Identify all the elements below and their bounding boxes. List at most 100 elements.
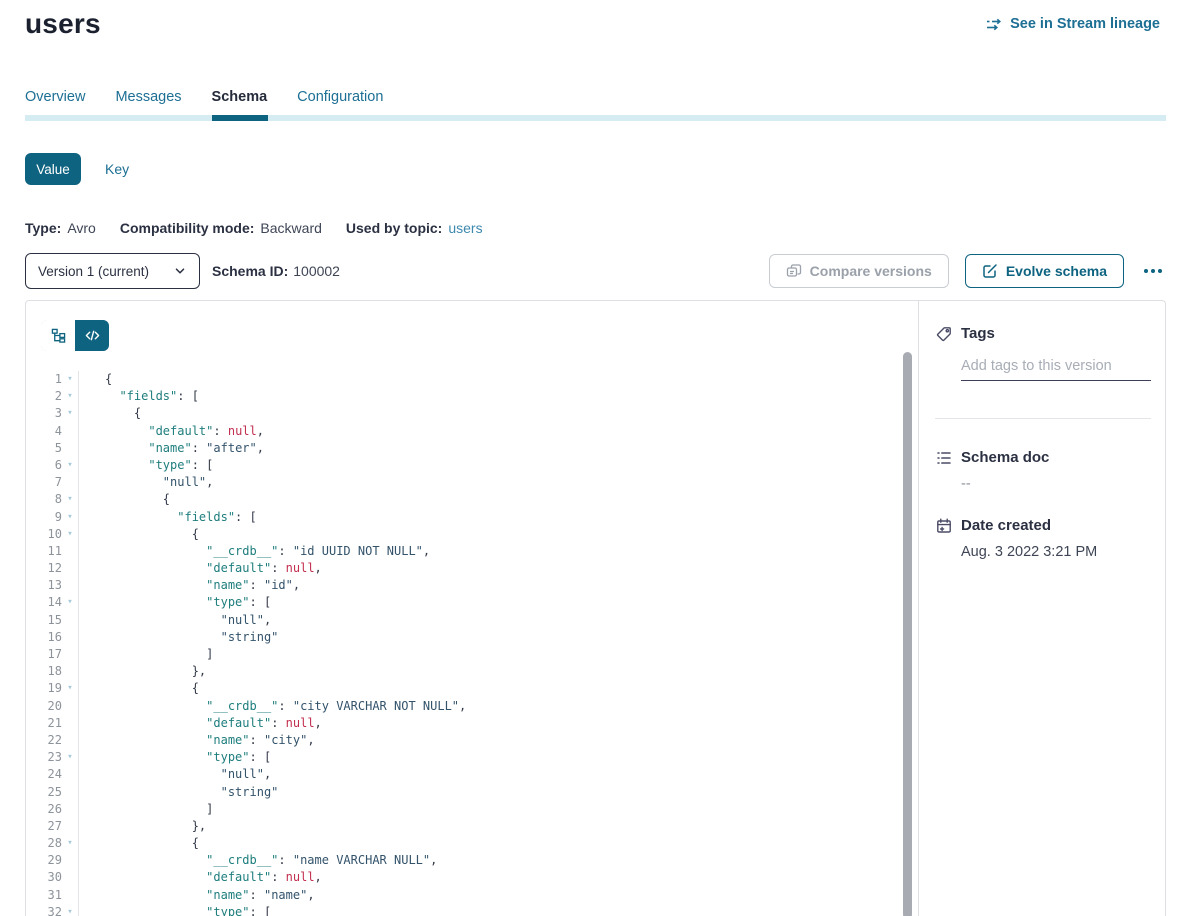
code-line[interactable]: 11 "__crdb__": "id UUID NOT NULL", — [26, 543, 918, 560]
stream-lineage-link[interactable]: See in Stream lineage — [986, 16, 1160, 32]
fold-arrow-icon[interactable]: ▾ — [62, 457, 78, 474]
fold-arrow-icon[interactable]: ▾ — [62, 904, 78, 916]
code-line[interactable]: 9▾ "fields": [ — [26, 509, 918, 526]
code-line[interactable]: 26 ] — [26, 801, 918, 818]
edit-icon — [982, 263, 998, 279]
code-text: "default": null, — [79, 423, 264, 440]
tab-messages[interactable]: Messages — [115, 89, 181, 113]
fold-arrow-icon[interactable]: ▾ — [62, 388, 78, 405]
date-created-value: Aug. 3 2022 3:21 PM — [961, 544, 1165, 560]
fold-spacer — [62, 577, 78, 594]
fold-arrow-icon[interactable]: ▾ — [62, 371, 78, 388]
code-text: { — [79, 491, 170, 508]
schema-editor[interactable]: 1▾{2▾ "fields": [3▾ {4 "default": null,5… — [26, 301, 918, 916]
gutter: 21 — [26, 715, 79, 732]
code-line[interactable]: 6▾ "type": [ — [26, 457, 918, 474]
compare-versions-button[interactable]: Compare versions — [769, 254, 949, 288]
fold-arrow-icon[interactable]: ▾ — [62, 749, 78, 766]
schema-panel: 1▾{2▾ "fields": [3▾ {4 "default": null,5… — [25, 300, 1166, 916]
tab-bar: Overview Messages Schema Configuration — [25, 89, 383, 113]
line-number: 12 — [26, 560, 62, 577]
code-line[interactable]: 17 ] — [26, 646, 918, 663]
code-line[interactable]: 24 "null", — [26, 766, 918, 783]
code-line[interactable]: 20 "__crdb__": "city VARCHAR NOT NULL", — [26, 698, 918, 715]
tree-view-icon — [51, 328, 66, 343]
gutter: 10▾ — [26, 526, 79, 543]
code-text: "fields": [ — [79, 388, 199, 405]
gutter: 26 — [26, 801, 79, 818]
code-line[interactable]: 16 "string" — [26, 629, 918, 646]
fold-arrow-icon[interactable]: ▾ — [62, 835, 78, 852]
ellipsis-icon — [1158, 269, 1162, 273]
tags-input[interactable] — [961, 356, 1151, 381]
value-key-toggle: Value Key — [25, 153, 129, 185]
gutter: 5 — [26, 440, 79, 457]
line-number: 20 — [26, 698, 62, 715]
code-line[interactable]: 10▾ { — [26, 526, 918, 543]
code-line[interactable]: 1▾{ — [26, 371, 918, 388]
code-line[interactable]: 32▾ "type": [ — [26, 904, 918, 916]
fold-spacer — [62, 698, 78, 715]
code-text: "null", — [79, 612, 271, 629]
version-select-value: Version 1 (current) — [38, 264, 149, 279]
code-text: "__crdb__": "city VARCHAR NOT NULL", — [79, 698, 466, 715]
gutter: 14▾ — [26, 594, 79, 611]
tab-overview[interactable]: Overview — [25, 89, 85, 113]
code-line[interactable]: 8▾ { — [26, 491, 918, 508]
value-toggle-button[interactable]: Value — [25, 153, 81, 185]
fold-arrow-icon[interactable]: ▾ — [62, 491, 78, 508]
topic-link[interactable]: users — [448, 220, 482, 236]
key-toggle-button[interactable]: Key — [105, 161, 129, 177]
fold-arrow-icon[interactable]: ▾ — [62, 405, 78, 422]
fold-spacer — [62, 629, 78, 646]
fold-arrow-icon[interactable]: ▾ — [62, 594, 78, 611]
code-line[interactable]: 14▾ "type": [ — [26, 594, 918, 611]
schema-id: Schema ID: 100002 — [212, 263, 340, 279]
code-line[interactable]: 12 "default": null, — [26, 560, 918, 577]
line-number: 10 — [26, 526, 62, 543]
fold-spacer — [62, 869, 78, 886]
compatibility-label: Compatibility mode: — [120, 220, 255, 236]
code-line[interactable]: 27 }, — [26, 818, 918, 835]
code-line[interactable]: 29 "__crdb__": "name VARCHAR NULL", — [26, 852, 918, 869]
code-line[interactable]: 21 "default": null, — [26, 715, 918, 732]
code-line[interactable]: 22 "name": "city", — [26, 732, 918, 749]
code-line[interactable]: 25 "string" — [26, 784, 918, 801]
code-line[interactable]: 31 "name": "name", — [26, 887, 918, 904]
version-select[interactable]: Version 1 (current) — [25, 253, 200, 289]
fold-arrow-icon[interactable]: ▾ — [62, 680, 78, 697]
code-line[interactable]: 13 "name": "id", — [26, 577, 918, 594]
gutter: 19▾ — [26, 680, 79, 697]
code-text: "__crdb__": "id UUID NOT NULL", — [79, 543, 430, 560]
gutter: 30 — [26, 869, 79, 886]
code-line[interactable]: 3▾ { — [26, 405, 918, 422]
code-line[interactable]: 2▾ "fields": [ — [26, 388, 918, 405]
evolve-schema-button[interactable]: Evolve schema — [965, 254, 1124, 288]
fold-spacer — [62, 715, 78, 732]
vertical-scrollbar[interactable] — [903, 352, 912, 916]
tree-view-button[interactable] — [41, 320, 75, 351]
gutter: 28▾ — [26, 835, 79, 852]
code-line[interactable]: 23▾ "type": [ — [26, 749, 918, 766]
code-line[interactable]: 30 "default": null, — [26, 869, 918, 886]
fold-spacer — [62, 560, 78, 577]
schema-doc-section: Schema doc -- — [919, 449, 1165, 492]
tab-schema[interactable]: Schema — [212, 89, 268, 113]
compare-versions-label: Compare versions — [810, 263, 932, 279]
code-line[interactable]: 5 "name": "after", — [26, 440, 918, 457]
code-line[interactable]: 4 "default": null, — [26, 423, 918, 440]
fold-arrow-icon[interactable]: ▾ — [62, 526, 78, 543]
code-line[interactable]: 7 "null", — [26, 474, 918, 491]
tab-configuration[interactable]: Configuration — [297, 89, 383, 113]
code-view-button[interactable] — [75, 320, 109, 351]
list-icon — [936, 450, 952, 466]
line-number: 26 — [26, 801, 62, 818]
code-line[interactable]: 15 "null", — [26, 612, 918, 629]
gutter: 18 — [26, 663, 79, 680]
code-line[interactable]: 19▾ { — [26, 680, 918, 697]
code-line[interactable]: 18 }, — [26, 663, 918, 680]
line-number: 13 — [26, 577, 62, 594]
code-line[interactable]: 28▾ { — [26, 835, 918, 852]
fold-arrow-icon[interactable]: ▾ — [62, 509, 78, 526]
more-options-button[interactable] — [1140, 269, 1166, 273]
